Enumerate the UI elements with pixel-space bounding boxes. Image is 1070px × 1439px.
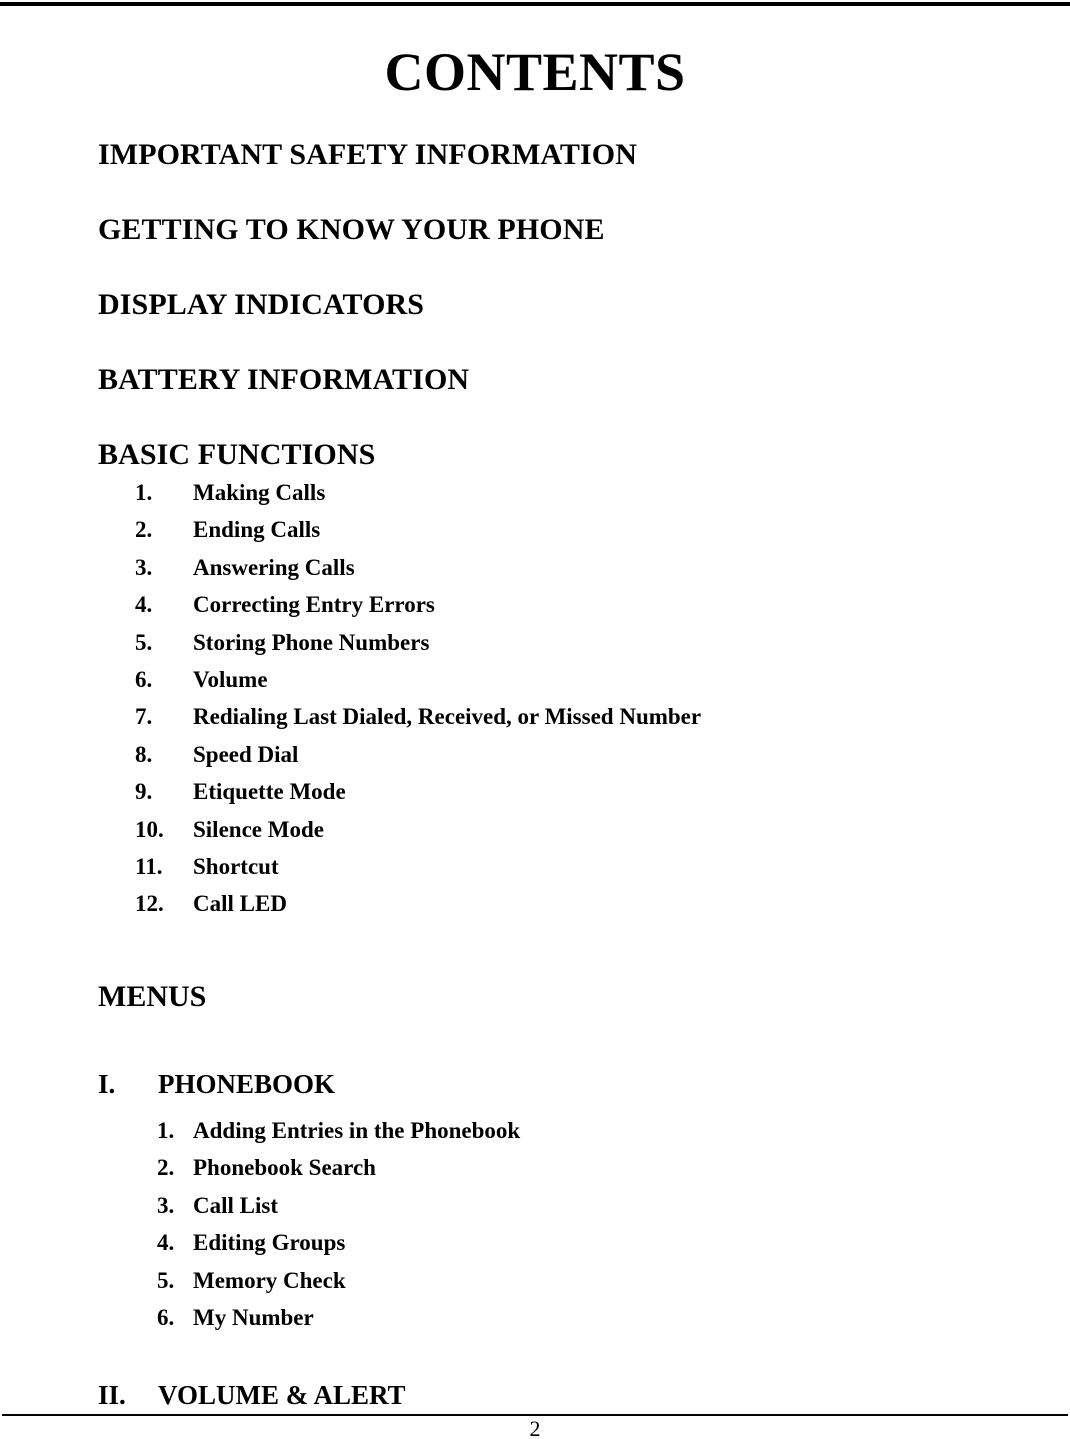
list-item: 12. Call LED [135, 885, 998, 922]
list-item-number: 10. [135, 816, 164, 842]
list-item-label: Silence Mode [193, 816, 324, 842]
page-number: 2 [529, 1416, 541, 1439]
section-heading-getting-to-know-your-phone: GETTING TO KNOW YOUR PHONE [98, 213, 605, 246]
list-item: 6. My Number [157, 1299, 998, 1336]
list-item: 7. Redialing Last Dialed, Received, or M… [135, 698, 998, 735]
list-item-number: 3. [135, 554, 153, 580]
contents-body: IMPORTANT SAFETY INFORMATION GETTING TO … [98, 140, 998, 1409]
list-item-label: Speed Dial [193, 741, 299, 767]
list-item: 5. Memory Check [157, 1262, 998, 1299]
list-item-number: 6. [157, 1304, 175, 1330]
section-heading-important-safety-information: IMPORTANT SAFETY INFORMATION [98, 138, 637, 171]
menu-entry-numeral: II. [98, 1380, 126, 1411]
header-rule [0, 2, 1070, 6]
list-item-number: 4. [157, 1230, 175, 1256]
list-item: 11. Shortcut [135, 848, 998, 885]
phonebook-list: 1. Adding Entries in the Phonebook 2. Ph… [157, 1112, 998, 1336]
list-item-label: Answering Calls [193, 554, 355, 580]
menu-entry-numeral: I. [98, 1068, 116, 1099]
list-item-number: 5. [157, 1267, 175, 1293]
list-item: 4. Editing Groups [157, 1224, 998, 1261]
list-item-label: Call List [193, 1192, 278, 1218]
list-item-number: 5. [135, 629, 153, 655]
list-item: 10. Silence Mode [135, 811, 998, 848]
list-item-number: 9. [135, 779, 153, 805]
list-item-label: Call LED [193, 891, 287, 917]
list-item: 6. Volume [135, 661, 998, 698]
section-heading-display-indicators: DISPLAY INDICATORS [98, 288, 425, 321]
list-item-number: 6. [135, 667, 153, 693]
list-item: 1. Making Calls [135, 474, 998, 511]
list-item-label: Editing Groups [193, 1230, 346, 1256]
section-heading-battery-information: BATTERY INFORMATION [98, 363, 470, 396]
page-title: CONTENTS [384, 42, 686, 102]
list-item: 2. Ending Calls [135, 511, 998, 548]
list-item-label: Storing Phone Numbers [193, 629, 430, 655]
menu-entry-label: PHONEBOOK [158, 1068, 336, 1099]
list-item-number: 3. [157, 1192, 175, 1218]
list-item-number: 2. [135, 517, 153, 543]
list-item-number: 1. [157, 1117, 175, 1143]
list-item-number: 4. [135, 592, 153, 618]
list-item: 8. Speed Dial [135, 736, 998, 773]
section-heading-basic-functions: BASIC FUNCTIONS [98, 438, 376, 471]
list-item-number: 7. [135, 704, 153, 730]
list-item-label: Etiquette Mode [193, 779, 346, 805]
list-item-number: 8. [135, 741, 153, 767]
list-item-number: 12. [135, 891, 164, 917]
list-item-number: 11. [135, 854, 163, 880]
list-item: 2. Phonebook Search [157, 1149, 998, 1186]
menu-entry-volume-and-alert: II. VOLUME & ALERT [98, 1382, 998, 1409]
list-item-label: My Number [193, 1304, 314, 1330]
list-item-label: Adding Entries in the Phonebook [193, 1117, 521, 1143]
list-item: 3. Call List [157, 1187, 998, 1224]
list-item: 1. Adding Entries in the Phonebook [157, 1112, 998, 1149]
list-item: 5. Storing Phone Numbers [135, 624, 998, 661]
basic-functions-list: 1. Making Calls 2. Ending Calls 3. Answe… [135, 474, 998, 923]
menu-entry-label: VOLUME & ALERT [158, 1380, 406, 1411]
menu-entry-phonebook: I. PHONEBOOK [98, 1068, 998, 1099]
list-item-label: Correcting Entry Errors [193, 592, 435, 618]
section-heading-menus: MENUS [98, 979, 207, 1013]
document-page: CONTENTS IMPORTANT SAFETY INFORMATION GE… [0, 0, 1070, 1439]
list-item-label: Phonebook Search [193, 1155, 376, 1181]
list-item-label: Ending Calls [193, 517, 321, 543]
list-item-label: Making Calls [193, 480, 326, 505]
list-item: 4. Correcting Entry Errors [135, 586, 998, 623]
list-item: 3. Answering Calls [135, 549, 998, 586]
list-item-number: 1. [135, 480, 153, 505]
list-item-label: Redialing Last Dialed, Received, or Miss… [193, 704, 702, 730]
list-item-number: 2. [157, 1155, 175, 1181]
list-item-label: Shortcut [193, 854, 279, 880]
list-item: 9. Etiquette Mode [135, 773, 998, 810]
list-item-label: Volume [193, 667, 268, 693]
list-item-label: Memory Check [193, 1267, 346, 1293]
